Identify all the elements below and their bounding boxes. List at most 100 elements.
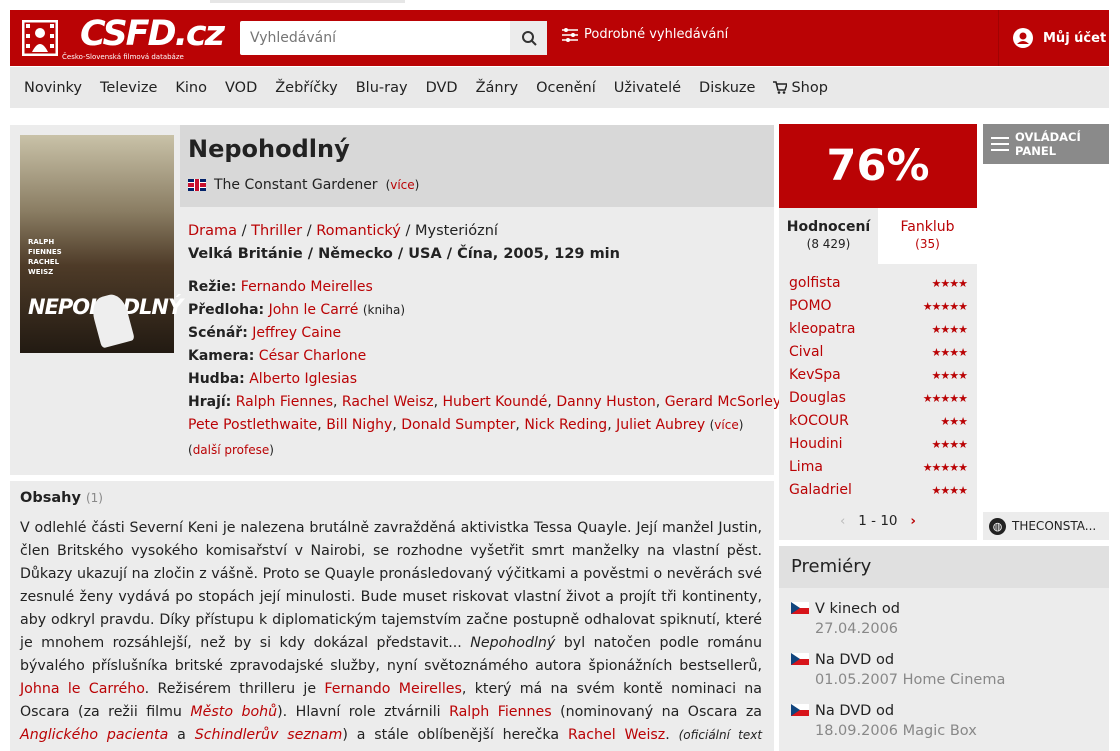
official-site-label: THECONSTA...	[1012, 519, 1097, 533]
advanced-search-label: Podrobné vyhledávání	[584, 27, 729, 42]
site-header: CSFD.cz Česko-Slovenská filmová databáze…	[10, 10, 1109, 66]
search-icon	[521, 31, 537, 46]
premiere-entry: Na DVD od 01.05.2007 Home Cinema	[791, 652, 1005, 688]
film-info-panel: RALPHFIENNESRACHELWEISZ NEPOHODLNÝ Nepoh…	[10, 125, 786, 475]
user-rating-row: golfista ★★★★	[789, 275, 968, 291]
poster-names: RALPH FIENNES RACHEL WEISZ	[28, 238, 62, 276]
stars-icon: ★★★★★	[922, 299, 968, 313]
nav-item-novinky[interactable]: Novinky	[24, 80, 82, 96]
account-button[interactable]: Můj účet	[998, 10, 1109, 66]
menu-icon	[991, 137, 1009, 151]
cast-more-link[interactable]: více	[714, 418, 738, 432]
top-strip	[210, 0, 405, 3]
ratings-pager: ‹ 1 - 10 ›	[779, 513, 977, 529]
genre-link[interactable]: Romantický	[316, 223, 401, 239]
stars-icon: ★★★★	[931, 276, 968, 290]
plot-film-link[interactable]: Schindlerův seznam	[195, 727, 343, 743]
search-input[interactable]	[240, 21, 510, 55]
tab-fanclub[interactable]: Fanklub (35)	[878, 208, 977, 264]
pager-next-icon[interactable]: ›	[910, 513, 916, 529]
rating-tabs: Hodnocení (8 429) Fanklub (35)	[779, 208, 977, 264]
stars-icon: ★★★★	[931, 483, 968, 497]
plot-actor-link[interactable]: Ralph Fiennes	[449, 704, 552, 720]
user-icon	[1013, 28, 1033, 48]
site-logo[interactable]: CSFD.cz Česko-Slovenská filmová databáze	[22, 14, 225, 62]
nav-item-dvd[interactable]: DVD	[426, 80, 458, 96]
plot-text: V odlehlé části Severní Keni je nalezena…	[20, 520, 763, 743]
more-professions-link[interactable]: další profese	[193, 443, 270, 457]
premiere-entry: Na DVD od 18.09.2006 Magic Box	[791, 703, 977, 739]
user-rating-row: Houdini ★★★★	[789, 436, 968, 452]
plot-panel: Obsahy (1) V odlehlé části Severní Keni …	[10, 481, 774, 751]
film-poster[interactable]: RALPHFIENNESRACHELWEISZ NEPOHODLNÝ	[20, 135, 183, 353]
stars-icon: ★★★★	[931, 322, 968, 336]
plot-director-link[interactable]: Fernando Meirelles	[324, 681, 462, 697]
user-rating-row: kOCOUR ★★★	[789, 413, 968, 429]
genre-link[interactable]: Drama	[188, 223, 237, 239]
nav-item-uzivatele[interactable]: Uživatelé	[614, 80, 681, 96]
crew-music: Hudba: Alberto Iglesias	[188, 371, 358, 387]
cz-flag-icon	[791, 653, 809, 665]
cart-icon	[773, 81, 788, 94]
nav-item-kino[interactable]: Kino	[175, 80, 207, 96]
user-rating-row: Lima ★★★★★	[789, 459, 968, 475]
user-rating-row: POMO ★★★★★	[789, 298, 968, 314]
stars-icon: ★★★	[940, 414, 968, 428]
user-ratings-list: golfista ★★★★ POMO ★★★★★ kleopatra ★★★★ Civ…	[779, 264, 977, 540]
plot-film-link[interactable]: Anglického pacienta	[20, 727, 168, 743]
search-box	[240, 21, 547, 55]
film-title: Nepohodlný	[188, 135, 350, 163]
nav-shop-label: Shop	[791, 79, 828, 96]
advanced-search-link[interactable]: Podrobné vyhledávání	[562, 27, 728, 42]
nav-item-vod[interactable]: VOD	[225, 80, 257, 96]
official-site-link[interactable]: ◍ THECONSTA...	[983, 512, 1109, 540]
stars-icon: ★★★★★	[922, 460, 968, 474]
genre-link[interactable]: Thriller	[251, 223, 302, 239]
nav-item-diskuze[interactable]: Diskuze	[699, 80, 755, 96]
logo-subtitle: Česko-Slovenská filmová databáze	[62, 53, 184, 61]
plot-heading: Obsahy (1)	[20, 490, 103, 506]
film-origin: Velká Británie / Německo / USA / Čína, 2…	[188, 246, 620, 262]
user-rating-row: Galadriel ★★★★	[789, 482, 968, 498]
tab-ratings[interactable]: Hodnocení (8 429)	[779, 208, 878, 264]
user-rating-row: Douglas ★★★★★	[789, 390, 968, 406]
crew-camera: Kamera: César Charlone	[188, 348, 367, 364]
nav-item-zebricky[interactable]: Žebříčky	[275, 80, 337, 96]
crew-screenplay: Scénář: Jeffrey Caine	[188, 325, 342, 341]
film-logo-icon	[22, 20, 58, 56]
nav-item-bluray[interactable]: Blu-ray	[356, 80, 408, 96]
user-rating-row: Cival ★★★★	[789, 344, 968, 360]
stars-icon: ★★★★	[931, 345, 968, 359]
logo-text: CSFD.cz	[80, 14, 225, 54]
cz-flag-icon	[791, 704, 809, 716]
search-button[interactable]	[510, 21, 547, 55]
premieres-panel: Premiéry V kinech od 27.04.2006 Na DVD od…	[779, 546, 1109, 751]
main-nav: Novinky Televize Kino VOD Žebříčky Blu-r…	[10, 67, 1109, 108]
nav-item-televize[interactable]: Televize	[100, 80, 157, 96]
stars-icon: ★★★★	[931, 437, 968, 451]
plot-actor-link[interactable]: Rachel Weisz	[568, 727, 665, 743]
premieres-heading: Premiéry	[779, 546, 1109, 588]
plot-author-link[interactable]: Johna le Carrého	[20, 681, 145, 697]
pager-prev-icon: ‹	[840, 513, 846, 529]
crew-source: Předloha: John le Carré (kniha)	[188, 302, 406, 318]
stars-icon: ★★★★★	[922, 391, 968, 405]
crew-director: Režie: Fernando Meirelles	[188, 279, 373, 295]
genres: Drama / Thriller / Romantický / Mysterió…	[188, 223, 498, 239]
account-label: Můj účet	[1043, 30, 1107, 46]
control-panel-button[interactable]: OVLÁDACÍ PANEL	[983, 124, 1109, 164]
crew-cast: Hrají: Ralph Fiennes, Rachel Weisz, Hube…	[188, 394, 786, 410]
original-title-row: The Constant Gardener (více)	[188, 177, 419, 193]
nav-item-zanry[interactable]: Žánry	[476, 80, 519, 96]
sliders-icon	[562, 27, 578, 42]
genre-text: Mysteriózní	[415, 223, 498, 239]
crew-cast-line2: Pete Postlethwaite, Bill Nighy, Donald S…	[188, 417, 744, 433]
pager-range: 1 - 10	[858, 513, 898, 529]
nav-item-shop[interactable]: Shop	[773, 79, 828, 96]
user-rating-row: KevSpa ★★★★	[789, 367, 968, 383]
original-title-more[interactable]: (více)	[386, 178, 420, 192]
globe-icon: ◍	[989, 517, 1006, 535]
nav-item-oceneni[interactable]: Ocenění	[536, 80, 596, 96]
cz-flag-icon	[791, 602, 809, 614]
plot-film-link[interactable]: Město bohů	[190, 704, 277, 720]
